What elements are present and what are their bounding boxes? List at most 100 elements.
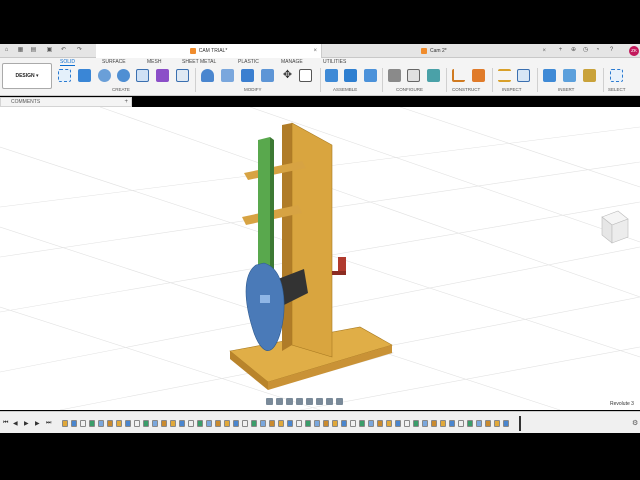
create-sketch-icon[interactable] (58, 69, 71, 82)
next-step-icon[interactable]: ▶ (35, 420, 40, 427)
first-step-icon[interactable]: ⏮ (3, 420, 8, 427)
tab-cam-2[interactable]: Cam 2* × (415, 44, 550, 58)
timeline-feature-icon[interactable] (323, 420, 329, 427)
timeline-feature-icon[interactable] (71, 420, 77, 427)
tab-manage[interactable]: MANAGE (281, 59, 303, 65)
previous-step-icon[interactable]: ◀ (13, 420, 18, 427)
tab-sheet-metal[interactable]: SHEET METAL (182, 59, 216, 65)
timeline-feature-icon[interactable] (368, 420, 374, 427)
follower-rod[interactable] (258, 137, 270, 280)
group-construct[interactable]: CONSTRUCT (452, 87, 480, 92)
timeline-feature-icon[interactable] (242, 420, 248, 427)
new-component-icon[interactable] (325, 69, 338, 82)
timeline-feature-icon[interactable] (116, 420, 122, 427)
align-icon[interactable] (299, 69, 312, 82)
timeline-marker[interactable] (519, 416, 521, 431)
timeline-feature-icon[interactable] (503, 420, 509, 427)
grid-icon[interactable]: ▦ (17, 47, 24, 54)
joint-icon[interactable] (344, 69, 357, 82)
configure-icon[interactable] (388, 69, 401, 82)
viewports-icon[interactable] (336, 398, 343, 405)
measure-icon[interactable] (498, 69, 511, 82)
gear-icon[interactable]: ⚙ (632, 419, 638, 427)
cam-profile[interactable] (245, 262, 285, 351)
tab-mesh[interactable]: MESH (147, 59, 161, 65)
redo-icon[interactable]: ↷ (76, 47, 83, 54)
zoom-icon[interactable] (296, 398, 303, 405)
timeline-feature-icon[interactable] (62, 420, 68, 427)
backboard[interactable] (291, 122, 333, 358)
timeline-feature-icon[interactable] (98, 420, 104, 427)
timeline-feature-icon[interactable] (467, 420, 473, 427)
timeline-feature-icon[interactable] (377, 420, 383, 427)
comments-panel[interactable]: COMMENTS + (0, 97, 132, 107)
fillet-icon[interactable] (201, 69, 214, 82)
extrude-icon[interactable] (78, 69, 91, 82)
grid-settings-icon[interactable] (326, 398, 333, 405)
timeline-feature-icon[interactable] (206, 420, 212, 427)
group-configure[interactable]: CONFIGURE (396, 87, 423, 92)
timeline-feature-icon[interactable] (224, 420, 230, 427)
timeline-feature-icon[interactable] (296, 420, 302, 427)
timeline-feature-icon[interactable] (359, 420, 365, 427)
timeline-feature-icon[interactable] (305, 420, 311, 427)
tab-utilities[interactable]: UTILITIES (323, 59, 346, 65)
tab-surface[interactable]: SURFACE (102, 59, 126, 65)
file-icon[interactable]: ▤ (30, 47, 37, 54)
axis-icon[interactable] (472, 69, 485, 82)
combine-icon[interactable] (241, 69, 254, 82)
extensions-icon[interactable]: ⊕ (570, 47, 577, 54)
clock-icon[interactable]: ◷ (582, 47, 589, 54)
timeline-feature-icon[interactable] (260, 420, 266, 427)
tab-plastic[interactable]: PLASTIC (238, 59, 259, 65)
timeline-feature-icon[interactable] (89, 420, 95, 427)
timeline-feature-icon[interactable] (134, 420, 140, 427)
group-assemble[interactable]: ASSEMBLE (333, 87, 357, 92)
look-at-icon[interactable] (276, 398, 283, 405)
timeline-feature-icon[interactable] (341, 420, 347, 427)
hole-icon[interactable] (117, 69, 130, 82)
save-icon[interactable]: ▣ (46, 47, 53, 54)
timeline-feature-icon[interactable] (80, 420, 86, 427)
timeline-feature-icon[interactable] (170, 420, 176, 427)
group-inspect[interactable]: INSPECT (502, 87, 522, 92)
timeline-feature-icon[interactable] (161, 420, 167, 427)
pattern-icon[interactable] (136, 69, 149, 82)
view-cube[interactable] (596, 207, 630, 251)
timeline-feature-icon[interactable] (125, 420, 131, 427)
undo-icon[interactable]: ↶ (60, 47, 67, 54)
insert-mesh-icon[interactable] (583, 69, 596, 82)
plus-icon[interactable]: + (557, 47, 564, 54)
display-settings-icon[interactable] (316, 398, 323, 405)
play-icon[interactable]: ▶ (24, 420, 29, 427)
timeline-feature-icon[interactable] (494, 420, 500, 427)
timeline-feature-icon[interactable] (287, 420, 293, 427)
timeline-feature-icon[interactable] (440, 420, 446, 427)
timeline-feature-icon[interactable] (314, 420, 320, 427)
tab-cam-trial[interactable]: CAM TRIAL* × (96, 44, 322, 58)
sweep-icon[interactable] (176, 69, 189, 82)
group-select[interactable]: SELECT (608, 87, 626, 92)
timeline-feature-icon[interactable] (431, 420, 437, 427)
form-icon[interactable] (156, 69, 169, 82)
group-insert[interactable]: INSERT (558, 87, 574, 92)
timeline-feature-icon[interactable] (449, 420, 455, 427)
workspace-switcher-button[interactable]: DESIGN ▾ (2, 63, 52, 89)
config-table-icon[interactable] (427, 69, 440, 82)
timeline-feature-icon[interactable] (233, 420, 239, 427)
group-modify[interactable]: MODIFY (244, 87, 262, 92)
as-built-joint-icon[interactable] (364, 69, 377, 82)
table-icon[interactable] (407, 69, 420, 82)
help-icon[interactable]: ? (608, 47, 615, 54)
select-icon[interactable] (610, 69, 623, 82)
timeline-feature-icon[interactable] (197, 420, 203, 427)
timeline-feature-icon[interactable] (215, 420, 221, 427)
timeline-feature-icon[interactable] (107, 420, 113, 427)
timeline-feature-icon[interactable] (350, 420, 356, 427)
timeline-feature-icon[interactable] (269, 420, 275, 427)
timeline-feature-icon[interactable] (188, 420, 194, 427)
bell-icon[interactable]: ◔ (594, 47, 601, 54)
timeline-feature-icon[interactable] (143, 420, 149, 427)
timeline-feature-icon[interactable] (251, 420, 257, 427)
timeline-feature-icon[interactable] (332, 420, 338, 427)
